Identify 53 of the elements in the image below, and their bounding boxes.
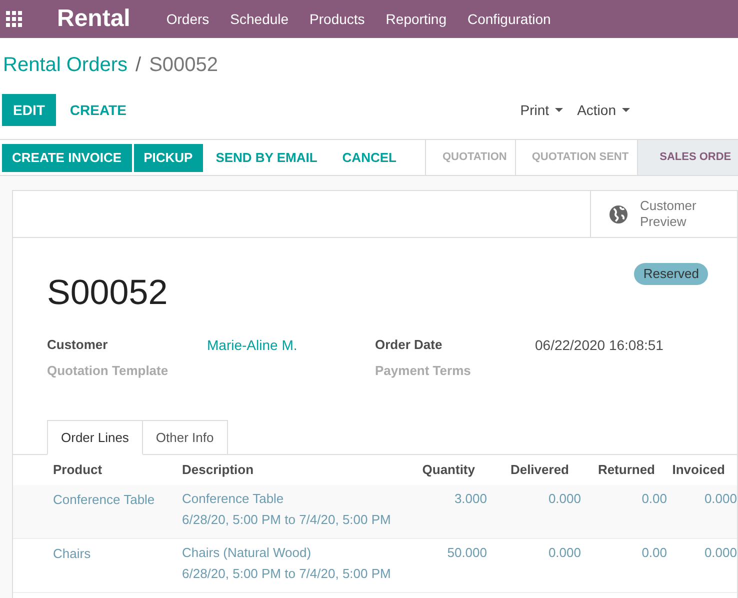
globe-icon <box>609 204 628 224</box>
table-cell-text: Conference Table <box>182 490 285 507</box>
field-value: 06/22/2020 16:08:51 <box>535 336 664 354</box>
column-header: Quantity <box>421 461 476 480</box>
breadcrumb-separator: / <box>136 53 142 78</box>
app-title[interactable]: Rental <box>57 1 130 37</box>
field-label: Order Date <box>375 336 444 354</box>
table-cell-text: 0.000 <box>547 490 581 508</box>
header-button[interactable]: CANCEL <box>330 144 408 172</box>
edit-button[interactable]: EDIT <box>2 94 56 126</box>
column-header: Product <box>53 461 104 480</box>
menu-item[interactable]: Products <box>310 8 365 30</box>
column-header: Invoiced <box>671 461 726 480</box>
status-badge: Reserved <box>634 263 708 284</box>
record-title: S00052 <box>47 273 168 312</box>
column-header: Delivered <box>509 461 570 480</box>
header-button[interactable]: PICKUP <box>134 144 203 172</box>
table-cell-text: 6/28/20, 5:00 PM to 7/4/20, 5:00 PM <box>182 565 392 583</box>
dropdown-button[interactable]: Action <box>577 100 630 120</box>
table-cell-text: 3.000 <box>453 490 487 508</box>
table-cell-text: 0.000 <box>547 544 581 562</box>
field-label: Customer <box>47 336 109 354</box>
table-cell-text: Conference Table <box>53 491 156 509</box>
table-cell-text: 0.000 <box>703 544 737 562</box>
header-button[interactable]: SEND BY EMAIL <box>204 144 330 172</box>
table-cell-text: 6/28/20, 5:00 PM to 7/4/20, 5:00 PM <box>182 511 392 529</box>
customer-preview-button[interactable]: Customer Preview <box>590 191 737 237</box>
table-cell-text: 50.000 <box>446 544 487 562</box>
table-cell-text: 0.00 <box>640 490 667 508</box>
field-value[interactable]: Marie-Aline M. <box>207 334 298 356</box>
form-tab[interactable]: Other Info <box>142 420 228 455</box>
form-tab[interactable]: Order Lines <box>47 420 143 455</box>
table-cell-text: 0.000 <box>703 490 737 508</box>
breadcrumb-current: S00052 <box>149 53 218 78</box>
column-header: Description <box>182 461 255 480</box>
status-stage[interactable]: SALES ORDE <box>638 140 738 175</box>
caret-icon <box>555 108 564 112</box>
menu-item[interactable]: Reporting <box>386 8 446 30</box>
breadcrumb-link[interactable]: Rental Orders <box>3 50 128 80</box>
menu-item[interactable]: Orders <box>166 8 210 30</box>
field-label: Payment Terms <box>375 362 472 380</box>
table-cell-text: 0.00 <box>640 544 667 562</box>
column-header: Returned <box>596 461 656 480</box>
field-label: Quotation Template <box>47 362 170 380</box>
create-button[interactable]: CREATE <box>56 94 140 126</box>
dropdown-button[interactable]: Print <box>520 100 564 120</box>
table-cell-text: Chairs (Natural Wood) <box>182 544 312 561</box>
header-button[interactable]: CREATE INVOICE <box>2 144 132 172</box>
caret-icon <box>622 108 630 112</box>
apps-menu-icon[interactable] <box>6 11 22 27</box>
table-cell-text: Chairs <box>53 545 92 563</box>
menu-item[interactable]: Schedule <box>230 8 289 30</box>
menu-item[interactable]: Configuration <box>468 8 551 30</box>
